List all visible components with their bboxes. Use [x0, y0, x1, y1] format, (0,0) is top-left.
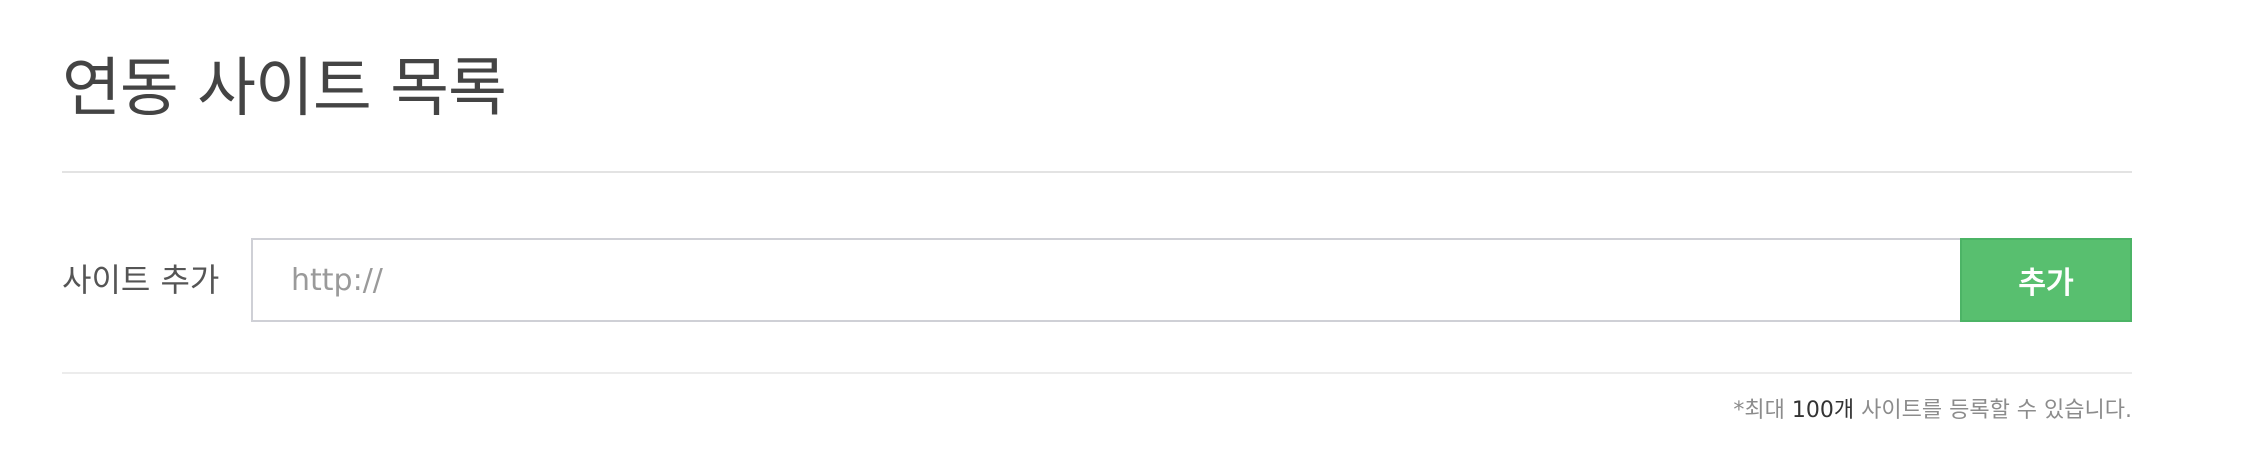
add-site-label: 사이트 추가 [62, 261, 220, 299]
notice-count: 100개 [1791, 398, 1855, 423]
site-url-input[interactable] [251, 238, 1960, 322]
page-title: 연동 사이트 목록 [62, 52, 507, 126]
add-site-button[interactable]: 추가 [1960, 238, 2132, 322]
form-divider [62, 372, 2132, 374]
add-site-row: 사이트 추가 추가 [62, 238, 2132, 322]
notice-prefix: *최대 [1733, 398, 1792, 423]
notice-suffix: 사이트를 등록할 수 있습니다. [1854, 398, 2132, 423]
site-limit-notice: *최대 100개 사이트를 등록할 수 있습니다. [1733, 394, 2132, 428]
header-divider [62, 171, 2132, 173]
